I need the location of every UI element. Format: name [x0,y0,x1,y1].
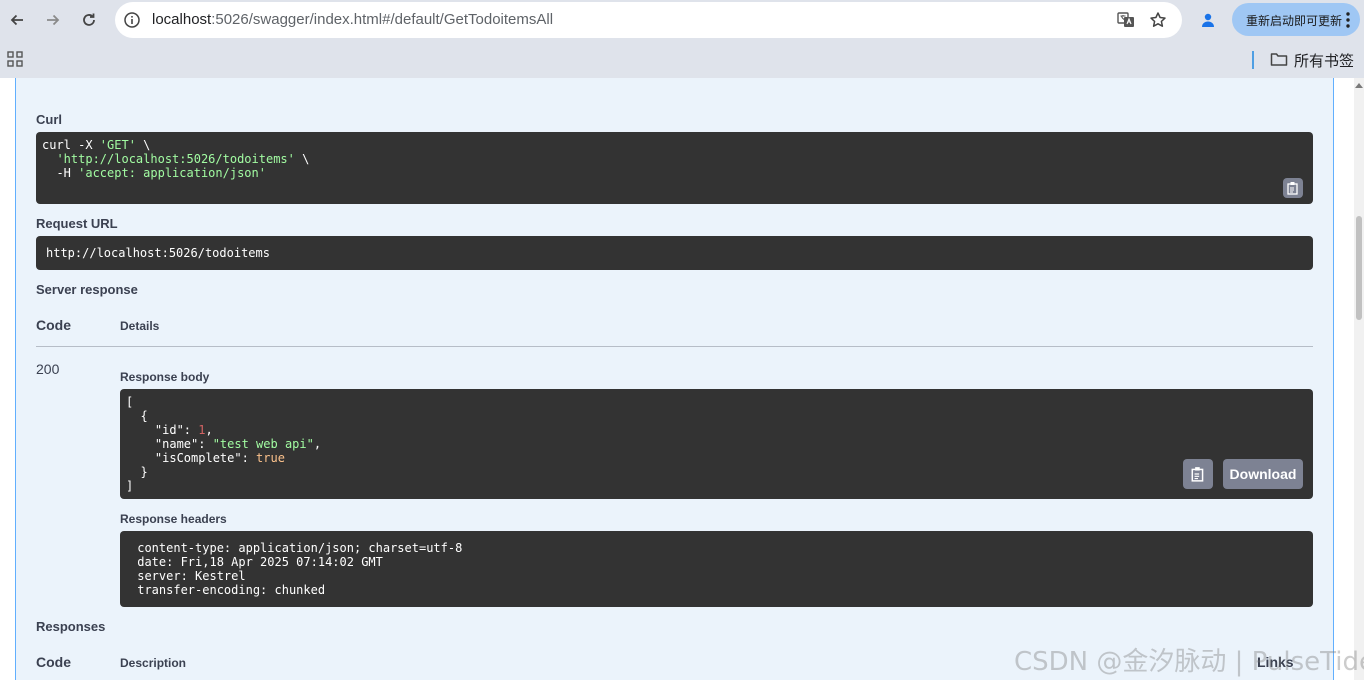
page-scrollbar[interactable] [1354,78,1364,680]
download-button[interactable]: Download [1223,459,1303,489]
responses-label: Responses [36,619,106,634]
address-bar[interactable]: localhost:5026/swagger/index.html#/defau… [115,2,1182,38]
apps-icon[interactable] [7,51,23,67]
responses-code-header: Code [36,654,71,670]
json-key: "id": [126,423,199,437]
json-punct: } [126,465,148,479]
header-line: server: Kestrel [130,569,253,583]
table-divider [36,346,1313,347]
swagger-page: Curl curl -X 'GET' \ 'http://localhost:5… [0,78,1364,680]
header-line: content-type: application/json; charset=… [130,541,470,555]
bookmarks-divider [1252,51,1254,69]
curl-header: 'accept: application/json' [78,166,266,180]
back-arrow-icon[interactable] [5,8,29,32]
all-bookmarks-label[interactable]: 所有书签 [1294,50,1354,71]
copy-curl-button[interactable] [1283,178,1303,198]
info-icon[interactable] [123,11,141,29]
json-key: "name": [126,437,213,451]
code-column-header: Code [36,317,71,333]
json-number: 1 [198,423,206,437]
header-line: date: Fri,18 Apr 2025 07:14:02 GMT [130,555,391,569]
more-icon[interactable] [1345,11,1351,29]
update-button[interactable]: 重新启动即可更新 [1232,3,1360,36]
json-punct: { [126,409,148,423]
forward-arrow-icon[interactable] [41,8,65,32]
server-response-label: Server response [36,282,138,297]
curl-text: \ [294,152,310,166]
copy-response-button[interactable] [1183,459,1213,489]
profile-icon[interactable] [1196,8,1220,32]
url-path: :5026/swagger/index.html#/default/GetTod… [211,11,554,28]
update-label: 重新启动即可更新 [1246,14,1343,28]
description-column-header: Description [120,656,187,670]
curl-text: -H [42,166,79,180]
response-body-label: Response body [120,370,210,384]
translate-icon[interactable] [1116,10,1136,30]
curl-label: Curl [36,112,62,127]
curl-method: 'GET' [99,138,136,152]
watermark: CSDN @金汐脉动 | PulseTide [1014,647,1364,677]
copy-icon [1191,467,1204,482]
request-url-box: http://localhost:5026/todoitems [36,236,1313,270]
status-code: 200 [36,361,60,377]
header-line: transfer-encoding: chunked [130,583,333,597]
json-punct: ] [126,479,134,493]
curl-text: \ [135,138,151,152]
response-body-block: [ { "id": 1, "name": "test web api", "is… [120,389,1313,499]
scroll-up-icon[interactable] [1355,83,1363,88]
json-string: "test web api" [212,437,314,451]
url-host: localhost [152,11,212,28]
curl-text: curl -X [42,138,100,152]
request-url-label: Request URL [36,216,118,231]
browser-toolbar: localhost:5026/swagger/index.html#/defau… [0,0,1364,40]
curl-url: 'http://localhost:5026/todoitems' [56,152,295,166]
folder-icon[interactable] [1270,51,1288,67]
response-headers-block: content-type: application/json; charset=… [120,531,1313,607]
json-bool: true [256,451,285,465]
operation-panel: Curl curl -X 'GET' \ 'http://localhost:5… [15,78,1334,680]
star-icon[interactable] [1148,10,1168,30]
url-text[interactable]: localhost:5026/swagger/index.html#/defau… [152,11,553,28]
response-headers-label: Response headers [120,512,227,526]
bookmarks-bar: 所有书签 [0,40,1364,78]
scroll-thumb[interactable] [1356,216,1362,320]
curl-text [42,152,56,166]
copy-icon [1287,182,1298,195]
curl-code-block: curl -X 'GET' \ 'http://localhost:5026/t… [36,132,1313,204]
json-punct: [ [126,395,134,409]
details-column-header: Details [120,319,160,333]
json-key: "isComplete": [126,451,257,465]
reload-icon[interactable] [77,8,101,32]
